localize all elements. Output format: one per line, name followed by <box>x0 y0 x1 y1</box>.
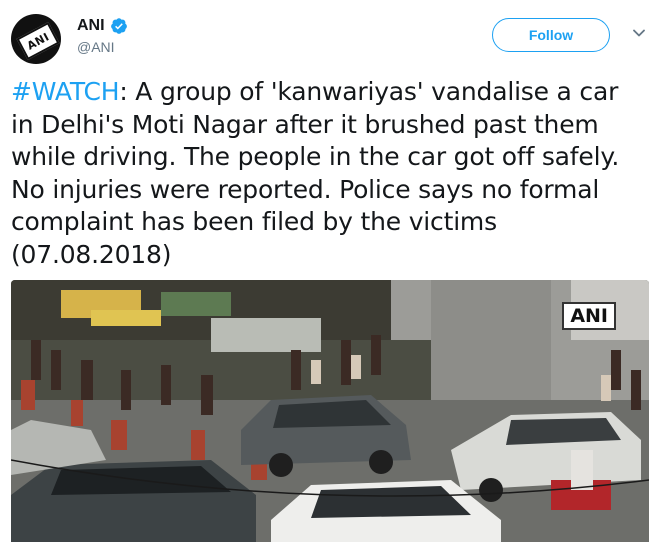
tweet-text: #WATCH: A group of 'kanwariyas' vandalis… <box>11 76 643 271</box>
video-frame <box>11 280 649 542</box>
tweet-header: ANI ANI @ANI Follow <box>0 0 650 70</box>
avatar[interactable]: ANI <box>11 14 61 64</box>
user-handle[interactable]: @ANI <box>77 39 115 55</box>
video-watermark: ANI <box>562 302 616 330</box>
hashtag-link[interactable]: #WATCH <box>11 77 120 106</box>
follow-button[interactable]: Follow <box>492 18 610 52</box>
avatar-logo-text: ANI <box>16 21 60 61</box>
chevron-down-icon[interactable] <box>632 26 646 40</box>
verified-badge-icon <box>110 18 127 34</box>
name-row: ANI <box>77 17 128 35</box>
tweet-video[interactable]: ANI <box>11 280 649 542</box>
display-name[interactable]: ANI <box>77 17 105 35</box>
